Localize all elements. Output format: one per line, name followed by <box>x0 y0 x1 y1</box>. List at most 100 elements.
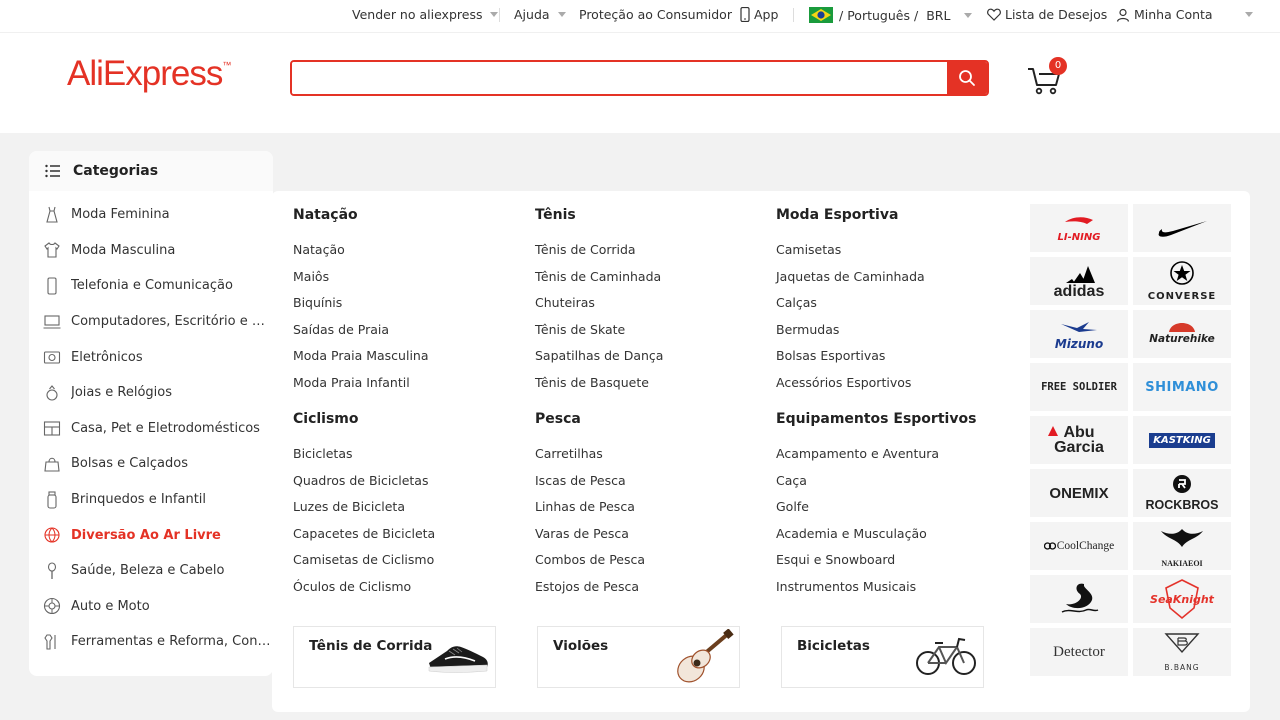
menu-column-title[interactable]: Moda Esportiva <box>776 207 1006 233</box>
menu-link[interactable]: Maiôs <box>293 269 523 296</box>
search-button[interactable] <box>947 62 987 94</box>
home-icon <box>43 419 61 437</box>
aliexpress-logo[interactable]: AliExpress™ <box>67 54 231 94</box>
menu-link[interactable]: Linhas de Pesca <box>535 499 765 526</box>
app-link[interactable]: App <box>740 7 778 22</box>
menu-link[interactable]: Sapatilhas de Dança <box>535 348 765 375</box>
menu-link[interactable]: Bermudas <box>776 322 1006 349</box>
category-item-computadores[interactable]: Computadores, Escritório e Se... <box>29 304 273 340</box>
brand-free-soldier[interactable]: FREE SOLDIER <box>1030 363 1128 411</box>
menu-link[interactable]: Golfe <box>776 499 1006 526</box>
brand-swan[interactable] <box>1030 575 1128 623</box>
brand-shimano[interactable]: SHIMANO <box>1133 363 1231 411</box>
menu-link[interactable]: Tênis de Skate <box>535 322 765 349</box>
menu-link[interactable]: Acessórios Esportivos <box>776 375 1006 402</box>
menu-link[interactable]: Moda Praia Infantil <box>293 375 523 402</box>
brand-nakiaeoi[interactable]: NAKIAEOI <box>1133 522 1231 570</box>
menu-link[interactable]: Bicicletas <box>293 446 523 473</box>
category-item-bolsas[interactable]: Bolsas e Calçados <box>29 446 273 482</box>
wishlist-link[interactable]: Lista de Desejos <box>987 7 1107 22</box>
menu-link[interactable]: Esqui e Snowboard <box>776 552 1006 579</box>
brand-detector[interactable]: Detector <box>1030 628 1128 676</box>
category-item-moda-masculina[interactable]: Moda Masculina <box>29 233 273 269</box>
menu-link[interactable]: Luzes de Bicicleta <box>293 499 523 526</box>
shirt-icon <box>43 241 61 259</box>
menu-link[interactable]: Instrumentos Musicais <box>776 579 1006 606</box>
menu-link[interactable]: Chuteiras <box>535 295 765 322</box>
menu-link[interactable]: Carretilhas <box>535 446 765 473</box>
menu-column-title[interactable]: Natação <box>293 207 523 233</box>
category-item-joias[interactable]: Joias e Relógios <box>29 375 273 411</box>
menu-link[interactable]: Capacetes de Bicicleta <box>293 526 523 553</box>
brand-coolchange[interactable]: CoolChange <box>1030 522 1128 570</box>
category-item-ferramentas[interactable]: Ferramentas e Reforma, Const... <box>29 624 273 660</box>
menu-link[interactable]: Tênis de Corrida <box>535 242 765 269</box>
brand-kastking[interactable]: KASTKING <box>1133 416 1231 464</box>
lang-separator: / <box>913 7 919 23</box>
menu-column-title[interactable]: Equipamentos Esportivos <box>776 411 1006 437</box>
promo-card-violoes[interactable]: Violões <box>537 626 740 688</box>
category-item-auto-moto[interactable]: Auto e Moto <box>29 589 273 625</box>
menu-link[interactable]: Óculos de Ciclismo <box>293 579 523 606</box>
category-item-saude[interactable]: Saúde, Beleza e Cabelo <box>29 553 273 589</box>
menu-link[interactable]: Camisetas <box>776 242 1006 269</box>
brand-adidas[interactable]: adidas <box>1030 257 1128 305</box>
brand-label: SeaKnight <box>1150 592 1214 606</box>
sneaker-image <box>428 646 488 673</box>
brazil-flag-icon <box>809 7 833 23</box>
category-item-brinquedos[interactable]: Brinquedos e Infantil <box>29 482 273 518</box>
menu-link[interactable]: Bolsas Esportivas <box>776 348 1006 375</box>
menu-column-title[interactable]: Tênis <box>535 207 765 233</box>
menu-link[interactable]: Iscas de Pesca <box>535 473 765 500</box>
menu-link[interactable]: Quadros de Bicicletas <box>293 473 523 500</box>
menu-link[interactable]: Varas de Pesca <box>535 526 765 553</box>
menu-column-moda-esportiva: Moda Esportiva Camisetas Jaquetas de Cam… <box>776 207 1006 401</box>
menu-link[interactable]: Saídas de Praia <box>293 322 523 349</box>
category-label: Moda Feminina <box>71 207 170 223</box>
app-label: App <box>754 7 779 22</box>
brand-li-ning[interactable]: LI-NING <box>1030 204 1128 252</box>
brand-rockbros[interactable]: ROCKBROS <box>1133 469 1231 517</box>
menu-link[interactable]: Tênis de Basquete <box>535 375 765 402</box>
menu-column-title[interactable]: Ciclismo <box>293 411 523 437</box>
brand-abu-garcia[interactable]: Abu Garcia <box>1030 416 1128 464</box>
account-menu[interactable]: Minha Conta <box>1116 7 1253 22</box>
promo-card-bicicletas[interactable]: Bicicletas <box>781 626 984 688</box>
menu-link[interactable]: Calças <box>776 295 1006 322</box>
help-menu[interactable]: Ajuda <box>514 7 566 22</box>
menu-link[interactable]: Jaquetas de Caminhada <box>776 269 1006 296</box>
category-item-moda-feminina[interactable]: Moda Feminina <box>29 197 273 233</box>
menu-link[interactable]: Combos de Pesca <box>535 552 765 579</box>
menu-link[interactable]: Camisetas de Ciclismo <box>293 552 523 579</box>
menu-column-equipamentos: Equipamentos Esportivos Acampamento e Av… <box>776 411 1006 605</box>
brand-seaknight[interactable]: SeaKnight <box>1133 575 1231 623</box>
menu-link[interactable]: Academia e Musculação <box>776 526 1006 553</box>
category-item-telefonia[interactable]: Telefonia e Comunicação <box>29 268 273 304</box>
brand-onemix[interactable]: ONEMIX <box>1030 469 1128 517</box>
category-item-diversao-ao-ar-livre[interactable]: Diversão Ao Ar Livre <box>29 517 273 553</box>
language-currency-selector[interactable]: / Português / BRL <box>809 7 973 23</box>
menu-link[interactable]: Moda Praia Masculina <box>293 348 523 375</box>
consumer-protection-link[interactable]: Proteção ao Consumidor <box>579 7 732 22</box>
brand-converse[interactable]: CONVERSE <box>1133 257 1231 305</box>
menu-link[interactable]: Acampamento e Aventura <box>776 446 1006 473</box>
menu-link[interactable]: Caça <box>776 473 1006 500</box>
promo-card-tenis-de-corrida[interactable]: Tênis de Corrida <box>293 626 496 688</box>
menu-column-title[interactable]: Pesca <box>535 411 765 437</box>
brand-mizuno[interactable]: Mizuno <box>1030 310 1128 358</box>
category-mega-menu: Natação Natação Maiôs Biquínis Saídas de… <box>272 191 1250 712</box>
menu-link[interactable]: Biquínis <box>293 295 523 322</box>
search-input[interactable] <box>292 62 948 94</box>
logo-text: AliExpress <box>67 54 223 93</box>
category-item-eletronicos[interactable]: Eletrônicos <box>29 339 273 375</box>
menu-link[interactable]: Natação <box>293 242 523 269</box>
brand-naturehike[interactable]: Naturehike <box>1133 310 1231 358</box>
menu-link[interactable]: Tênis de Caminhada <box>535 269 765 296</box>
brand-bbang[interactable]: B.BANG <box>1133 628 1231 676</box>
menu-link[interactable]: Estojos de Pesca <box>535 579 765 606</box>
divider <box>793 8 794 22</box>
sell-on-aliexpress-link[interactable]: Vender no aliexpress <box>352 7 499 22</box>
chevron-down-icon <box>490 12 499 17</box>
category-item-casa[interactable]: Casa, Pet e Eletrodomésticos <box>29 411 273 447</box>
brand-nike[interactable] <box>1133 204 1231 252</box>
